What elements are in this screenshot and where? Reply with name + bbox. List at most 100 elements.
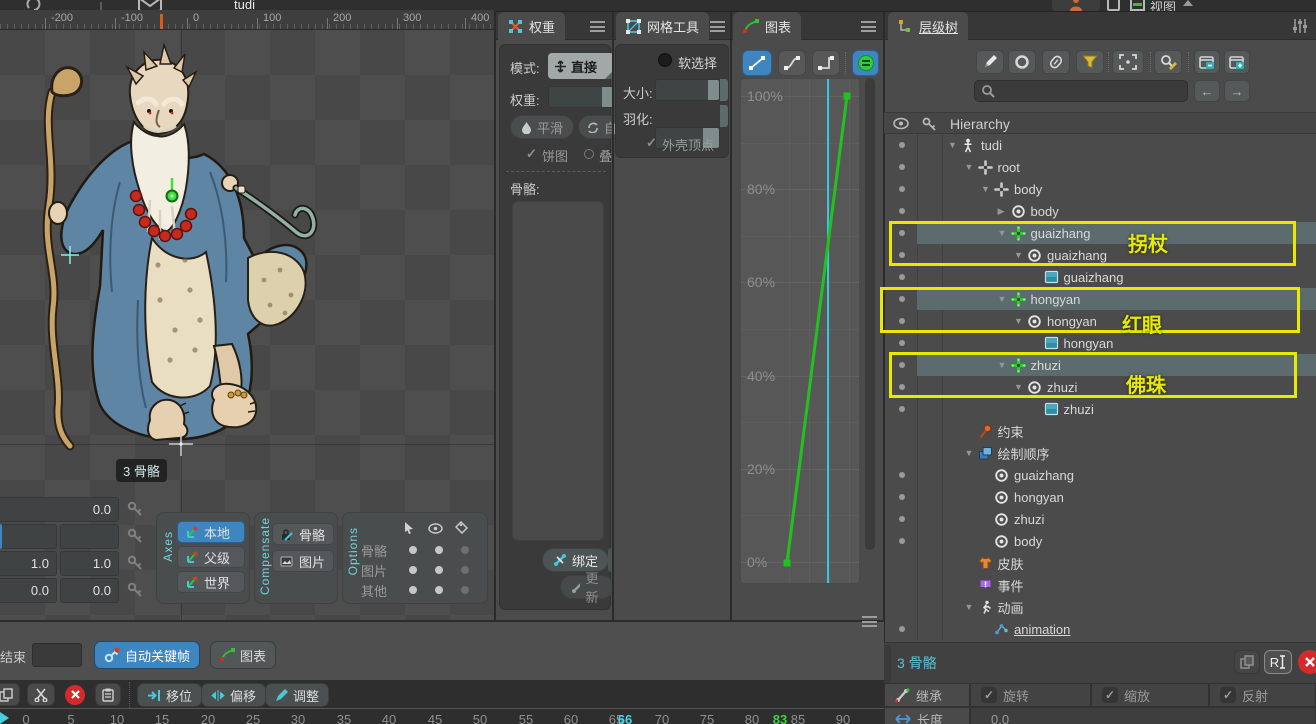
tree-focus-button[interactable] [1112,50,1144,74]
origin-crosshair-icon[interactable] [169,432,193,456]
key-column-icon[interactable] [922,117,937,131]
tree-row-动画[interactable]: ▼动画 [884,596,1316,618]
tree-attachment-button[interactable] [1042,50,1070,74]
scale-y-cell[interactable]: 1.0 [60,551,119,576]
tree-row-root[interactable]: ▼root [884,156,1316,178]
expander-icon[interactable]: ▼ [965,162,978,172]
shift-button[interactable]: 移位 [137,683,202,707]
reflect-checkbox[interactable]: ✓ [1220,687,1236,703]
scale-checkbox[interactable]: ✓ [1102,687,1118,703]
visibility-dot-icon[interactable] [899,274,905,280]
curve-match-button[interactable] [852,50,879,76]
visible-dot-toggle[interactable] [435,586,443,594]
timeline-ruler[interactable]: 0510152025303540455055606570758085906683 [0,708,884,724]
compensate-images-button[interactable]: 图片 [272,550,334,572]
axes-world-button[interactable]: 世界 [177,571,245,593]
tree-row-hongyan[interactable]: hongyan [884,486,1316,508]
autokey-button[interactable]: 自动关键帧 [94,641,200,669]
soft-select-toggle[interactable] [658,53,672,67]
select-dot-toggle[interactable] [409,546,417,554]
tree-row-animation[interactable]: animation [884,618,1316,640]
tree-filter-button[interactable] [1076,50,1104,74]
adjust-button[interactable]: 调整 [265,683,329,707]
view-menu-label[interactable]: 视图 [1150,0,1176,12]
length-value-cell[interactable]: 0.0 [970,707,1316,724]
delete-button[interactable] [1298,650,1316,674]
tree-search-input[interactable] [974,80,1188,102]
paste-keys-button[interactable] [95,683,121,706]
compensate-bones-button[interactable]: 骨骼 [272,523,334,545]
delete-keys-button[interactable] [61,683,89,706]
tree-row-事件[interactable]: 事件 [884,574,1316,596]
tag-dot-toggle[interactable] [461,586,469,594]
smooth-button[interactable]: 平滑 [510,115,574,139]
visibility-dot-icon[interactable] [899,494,905,500]
expander-icon[interactable]: ▼ [965,602,978,612]
offset-button[interactable]: 偏移 [201,683,266,707]
tree-ring-button[interactable] [1008,50,1036,74]
visibility-dot-icon[interactable] [899,538,905,544]
scale-x-cell[interactable]: 1.0 [0,551,57,576]
pie-checkbox[interactable]: ✓ [526,146,537,162]
bones-list[interactable] [512,201,604,541]
tree-pen-button[interactable] [976,50,1004,74]
visible-dot-toggle[interactable] [435,546,443,554]
tree-expand-all-button[interactable] [1224,50,1250,74]
feather-spinner[interactable] [720,105,728,127]
graph-plot[interactable]: 100%80%60%40%20%0% [740,78,860,584]
weights-menu-icon[interactable] [590,21,605,32]
copy-values-button[interactable] [1234,650,1260,674]
expander-icon[interactable]: ▶ [998,206,1011,217]
expander-icon[interactable]: ▼ [948,140,961,150]
translate-x-cell[interactable] [0,524,57,549]
key-rotate-icon[interactable] [127,501,144,518]
tree-settings-icon[interactable] [1292,18,1308,34]
visibility-dot-icon[interactable] [899,208,905,214]
tree-row-guaizhang[interactable]: guaizhang [884,266,1316,288]
tab-mesh-tools[interactable]: 网格工具 [616,12,709,40]
visibility-dot-icon[interactable] [899,626,905,632]
translate-y-cell[interactable] [60,524,119,549]
tree-back-button[interactable]: ← [1194,80,1220,102]
weight-input[interactable] [548,86,614,108]
tab-graph[interactable]: 图表 [733,12,801,40]
visibility-eye-icon[interactable] [893,117,909,130]
tab-weights[interactable]: 权重 [498,12,565,40]
curve-stepped-button[interactable] [812,50,840,76]
tree-row-body[interactable]: ▶body [884,200,1316,222]
vertex-crosshair-icon[interactable] [61,246,79,264]
graph-toggle-button[interactable]: 图表 [210,641,276,669]
tree-row-zhuzi[interactable]: zhuzi [884,508,1316,530]
timeline-menu-icon[interactable] [862,616,877,627]
visibility-dot-icon[interactable] [899,516,905,522]
shear-y-cell[interactable]: 0.0 [60,578,119,603]
tree-search-edit-button[interactable] [1154,50,1182,74]
key-scale-icon[interactable] [127,555,144,572]
rotate-value-cell[interactable]: 0.0 [0,497,119,522]
axes-local-button[interactable]: 本地 [177,521,245,543]
rename-button[interactable]: R [1264,650,1292,674]
interpolation-curve[interactable] [741,79,860,584]
end-frame-input[interactable] [32,643,82,667]
tag-dot-toggle[interactable] [461,566,469,574]
size-slider-handle[interactable] [708,80,719,100]
rotate-checkbox[interactable]: ✓ [981,687,997,703]
expander-icon[interactable]: ▼ [981,184,994,194]
cut-keys-button[interactable] [27,683,55,706]
curve-bezier-button[interactable] [778,50,806,76]
expander-icon[interactable]: ▼ [965,448,978,458]
tree-row-约束[interactable]: 约束 [884,420,1316,442]
tree-row-zhuzi[interactable]: zhuzi [884,398,1316,420]
tag-dot-toggle[interactable] [461,546,469,554]
visibility-dot-icon[interactable] [899,472,905,478]
selected-bone-marker[interactable] [164,178,182,204]
visibility-dot-icon[interactable] [899,340,905,346]
visibility-dot-icon[interactable] [899,186,905,192]
tree-row-body[interactable]: body [884,530,1316,552]
tree-row-guaizhang[interactable]: guaizhang [884,464,1316,486]
tree-forward-button[interactable]: → [1224,80,1250,102]
visible-dot-toggle[interactable] [435,566,443,574]
divider-mesh-graph[interactable] [730,12,732,620]
key-translate-icon[interactable] [127,528,144,545]
axes-parent-button[interactable]: 父级 [177,546,245,568]
